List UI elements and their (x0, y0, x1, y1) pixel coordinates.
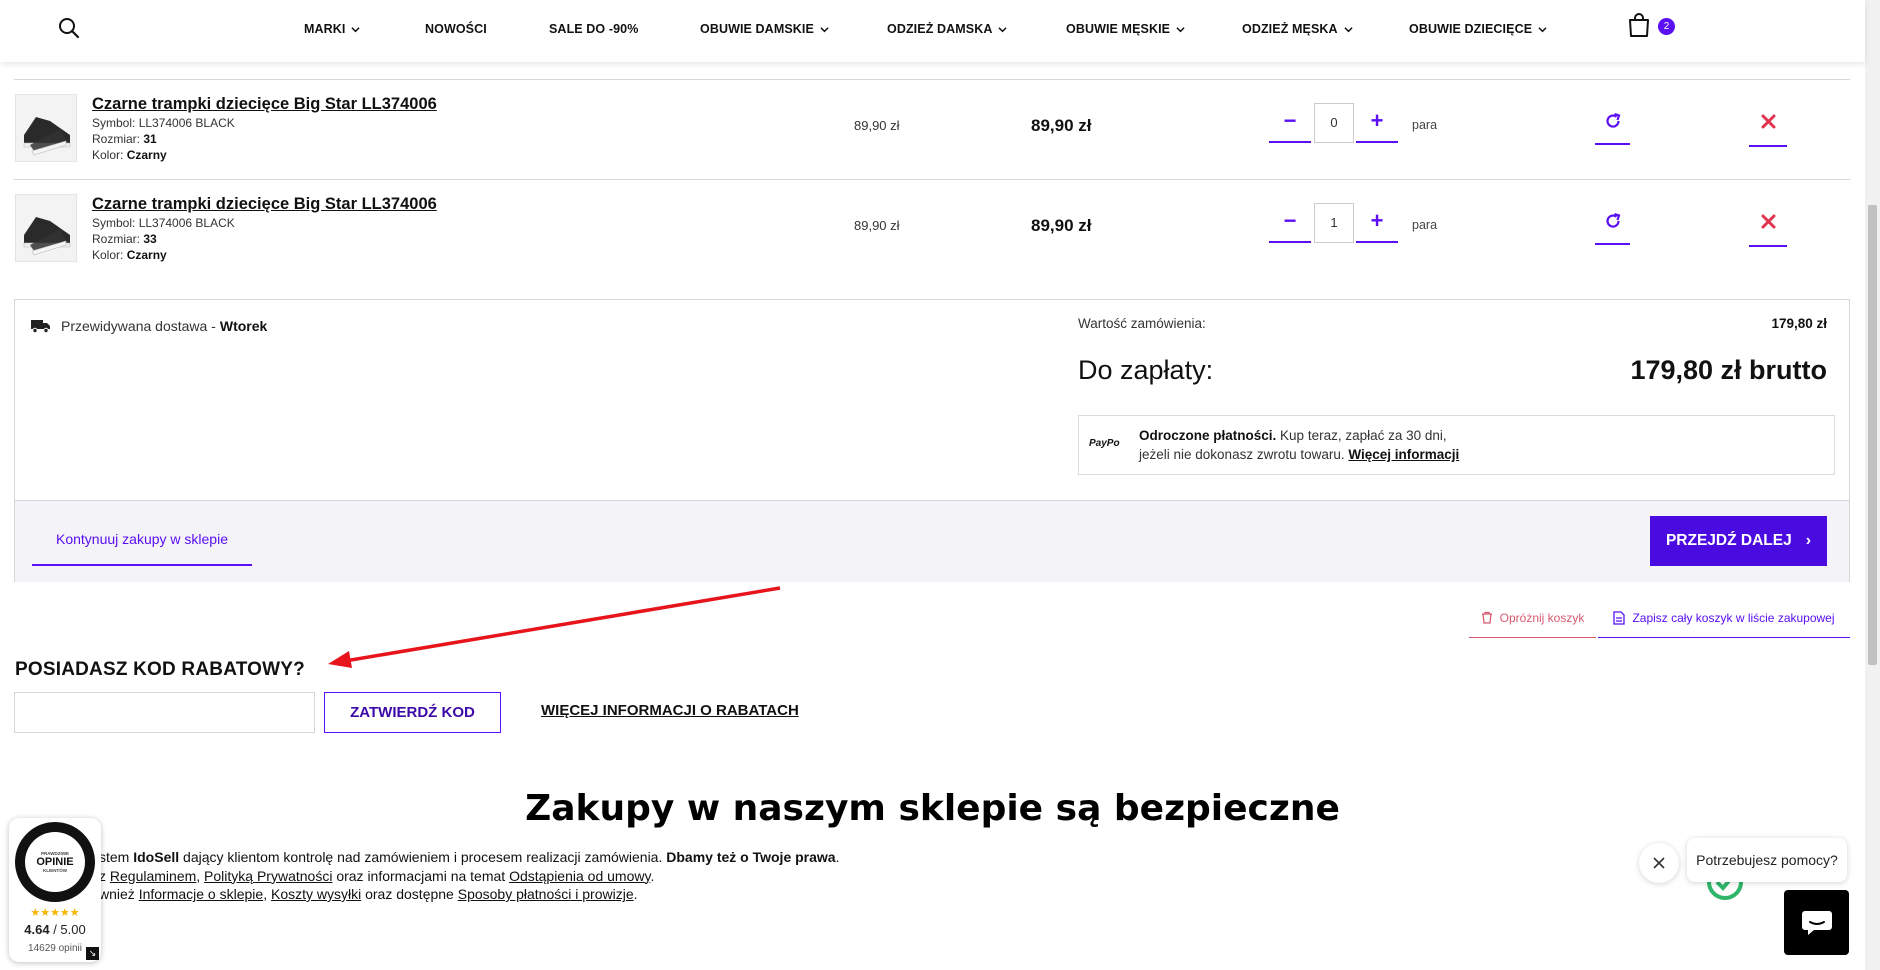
main-nav: MARKI NOWOŚCI SALE DO -90% OBUWIE DAMSKI… (304, 0, 1559, 58)
nav-item-nowosci[interactable]: NOWOŚCI (425, 22, 549, 36)
empty-cart-button[interactable]: Opróżnij koszyk (1469, 605, 1596, 638)
product-thumbnail[interactable] (15, 194, 77, 262)
save-to-list-button[interactable]: Zapisz cały koszyk w liście zakupowej (1598, 605, 1850, 638)
site-header: MARKI NOWOŚCI SALE DO -90% OBUWIE DAMSKI… (0, 0, 1865, 62)
quantity-increase-button[interactable]: + (1356, 103, 1398, 143)
remove-item-button[interactable] (1749, 102, 1787, 147)
product-size: Rozmiar: 33 (92, 232, 157, 246)
line-total: 89,90 zł (1031, 116, 1092, 135)
refresh-button[interactable] (1595, 202, 1630, 245)
withdrawal-link[interactable]: Odstąpienia od umowy (509, 868, 650, 884)
cart-item-row: Czarne trampki dziecięce Big Star LL3740… (14, 180, 1850, 280)
nav-item-marki[interactable]: MARKI (304, 22, 425, 36)
sneaker-image (23, 217, 71, 256)
rating-value: 4.64 / 5.00 (24, 922, 86, 937)
safe-shopping-heading: Zakupy w naszym sklepie są bezpieczne (525, 788, 1340, 829)
to-pay-amount: 179,80 zł brutto (1630, 355, 1827, 385)
quantity-decrease-button[interactable]: − (1269, 203, 1311, 243)
refresh-button[interactable] (1595, 102, 1630, 145)
quantity-unit: para (1412, 218, 1438, 232)
opinions-badge: PRAWDZIWE OPINIE KLIENTÓW (15, 822, 95, 902)
chat-prompt-bubble[interactable]: Potrzebujesz pomocy? (1687, 838, 1847, 882)
nav-item-obuwie-meskie[interactable]: OBUWIE MĘSKIE (1066, 22, 1242, 36)
chat-icon (1801, 910, 1832, 935)
terms-link[interactable]: Regulaminem (110, 868, 196, 884)
quantity-unit: para (1412, 118, 1438, 132)
chevron-down-icon (351, 26, 361, 32)
discount-code-heading: POSIADASZ KOD RABATOWY? (15, 659, 305, 680)
product-color: Kolor: Czarny (92, 148, 167, 162)
paypo-banner: PayPo Odroczone płatności. Kup teraz, za… (1078, 415, 1835, 475)
proceed-button[interactable]: PRZEJDŹ DALEJ › (1650, 516, 1827, 566)
chevron-down-icon (1176, 26, 1185, 32)
close-icon (1761, 214, 1775, 229)
unit-price: 89,90 zł (854, 218, 900, 233)
paypo-more-info-link[interactable]: Więcej informacji (1348, 447, 1459, 462)
paypo-logo: PayPo (1089, 438, 1120, 449)
page-scrollbar[interactable] (1865, 0, 1880, 970)
chevron-down-icon (1538, 26, 1547, 32)
nav-item-obuwie-dzieciece[interactable]: OBUWIE DZIECIĘCE (1409, 22, 1559, 36)
discount-info-link[interactable]: WIĘCEJ INFORMACJI O RABATACH (541, 702, 799, 719)
sneaker-image (23, 117, 71, 156)
cart-count-badge: 2 (1658, 18, 1675, 35)
cart-item-row: Czarne trampki dziecięce Big Star LL3740… (14, 80, 1850, 180)
search-icon[interactable] (58, 17, 80, 39)
refresh-icon (1605, 112, 1620, 128)
product-name-link[interactable]: Czarne trampki dziecięce Big Star LL3740… (92, 195, 437, 214)
payment-methods-link[interactable]: Sposoby płatności i prowizje (458, 886, 634, 902)
scrollbar-thumb[interactable] (1868, 205, 1877, 665)
product-name-link[interactable]: Czarne trampki dziecięce Big Star LL3740… (92, 95, 437, 114)
product-color: Kolor: Czarny (92, 248, 167, 262)
chevron-down-icon (998, 26, 1008, 32)
chevron-down-icon (1344, 26, 1353, 32)
close-icon (1761, 114, 1775, 129)
nav-item-odziez-meska[interactable]: ODZIEŻ MĘSKA (1242, 22, 1409, 36)
truck-icon (31, 320, 50, 333)
order-summary: Przewidywana dostawa - Wtorek Wartość za… (14, 299, 1850, 582)
trash-icon (1481, 611, 1492, 624)
shopping-bag-icon[interactable] (1627, 12, 1651, 38)
nav-item-sale[interactable]: SALE DO -90% (549, 22, 700, 36)
safe-shopping-text: stem IdoSell dający klientom kontrolę na… (99, 849, 840, 902)
annotation-arrow (328, 586, 781, 668)
refresh-icon (1605, 212, 1620, 228)
shipping-costs-link[interactable]: Koszty wysyłki (271, 886, 361, 902)
expand-arrow-icon[interactable]: ↘ (86, 947, 99, 960)
nav-item-obuwie-damskie[interactable]: OBUWIE DAMSKIE (700, 22, 887, 36)
order-value-label: Wartość zamówienia: (1078, 316, 1206, 331)
unit-price: 89,90 zł (854, 118, 900, 133)
chevron-right-icon: › (1805, 532, 1812, 549)
discount-code-input[interactable] (14, 692, 315, 733)
chat-launcher-button[interactable] (1784, 890, 1849, 955)
apply-code-button[interactable]: ZATWIERDŹ KOD (324, 692, 501, 733)
product-thumbnail[interactable] (15, 94, 77, 162)
line-total: 89,90 zł (1031, 216, 1092, 235)
chevron-down-icon (820, 26, 829, 32)
remove-item-button[interactable] (1749, 202, 1787, 247)
product-size: Rozmiar: 31 (92, 132, 157, 146)
paypo-description: Odroczone płatności. Kup teraz, zapłać z… (1139, 428, 1460, 462)
privacy-policy-link[interactable]: Polityką Prywatności (204, 868, 332, 884)
product-symbol: Symbol: LL374006 BLACK (92, 116, 235, 130)
quantity-decrease-button[interactable]: − (1269, 103, 1311, 143)
order-value: 179,80 zł (1771, 316, 1827, 331)
nav-item-odziez-damska[interactable]: ODZIEŻ DAMSKA (887, 22, 1066, 36)
delivery-estimate: Przewidywana dostawa - Wtorek (31, 318, 267, 334)
close-chat-prompt-button[interactable] (1639, 843, 1679, 883)
quantity-input[interactable]: 0 (1314, 103, 1354, 143)
product-symbol: Symbol: LL374006 BLACK (92, 216, 235, 230)
rating-stars: ★★★★★ (30, 907, 80, 919)
close-icon (1653, 857, 1665, 869)
customer-opinions-widget[interactable]: PRAWDZIWE OPINIE KLIENTÓW ★★★★★ 4.64 / 5… (9, 818, 101, 962)
summary-actions-bar: Kontynuuj zakupy w sklepie PRZEJDŹ DALEJ… (15, 500, 1849, 582)
to-pay-label: Do zapłaty: (1078, 355, 1214, 385)
document-icon (1613, 611, 1626, 625)
continue-shopping-link[interactable]: Kontynuuj zakupy w sklepie (32, 514, 252, 566)
store-info-link[interactable]: Informacje o sklepie (139, 886, 264, 902)
quantity-increase-button[interactable]: + (1356, 203, 1398, 243)
quantity-input[interactable]: 1 (1314, 203, 1354, 243)
